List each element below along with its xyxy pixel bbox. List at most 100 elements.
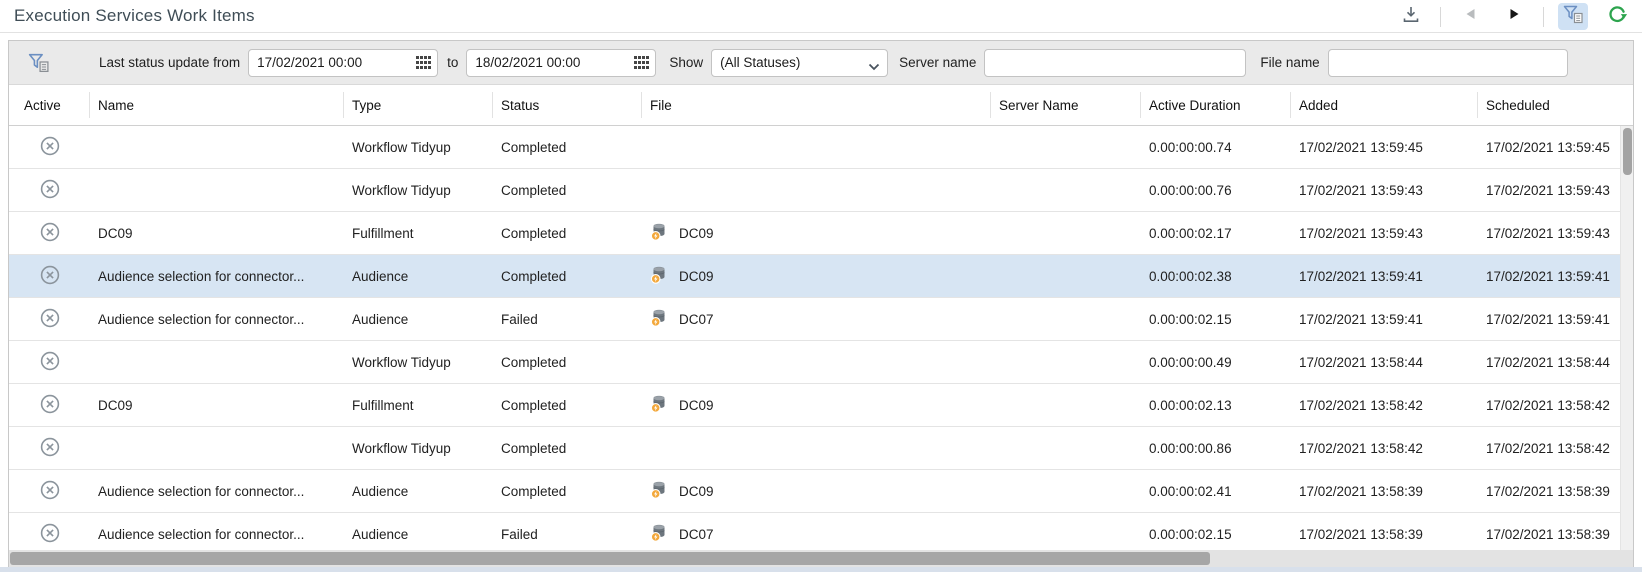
table-row[interactable]: Workflow Tidyup Completed 0.00:00:00.76 … [9,169,1633,212]
added-cell: 17/02/2021 13:58:44 [1291,355,1478,370]
column-header-added[interactable]: Added [1291,92,1478,118]
name-cell: DC09 [90,398,344,413]
active-duration-cell: 0.00:00:02.17 [1141,226,1291,241]
calendar-grid-icon[interactable] [416,56,431,69]
type-cell: Workflow Tidyup [344,441,493,456]
page-title: Execution Services Work Items [14,6,255,26]
file-cell: DC09 [642,394,991,416]
column-header-status[interactable]: Status [493,92,642,118]
column-header-scheduled[interactable]: Scheduled [1478,92,1634,118]
status-cell: Completed [493,398,642,413]
filter-report-icon [27,52,51,73]
scheduled-cell: 17/02/2021 13:59:45 [1478,140,1633,155]
scheduled-cell: 17/02/2021 13:59:43 [1478,183,1633,198]
type-cell: Workflow Tidyup [344,140,493,155]
added-cell: 17/02/2021 13:58:42 [1291,441,1478,456]
cancel-work-item-icon[interactable] [40,437,60,460]
vertical-scrollbar[interactable] [1620,126,1633,550]
added-cell: 17/02/2021 13:59:41 [1291,269,1478,284]
datasource-file-icon [650,308,668,330]
file-cell: DC07 [642,523,991,545]
status-cell: Completed [493,140,642,155]
toolbar-separator [1543,7,1544,27]
file-name-text: DC09 [679,398,714,413]
type-cell: Audience [344,269,493,284]
column-header-active-duration[interactable]: Active Duration [1141,92,1291,118]
active-cell [9,136,90,159]
column-header-file[interactable]: File [642,92,991,118]
type-cell: Fulfillment [344,226,493,241]
active-duration-cell: 0.00:00:02.15 [1141,312,1291,327]
table-row[interactable]: DC09 Fulfillment Completed DC09 0.00:00:… [9,212,1633,255]
datasource-file-icon [650,394,668,416]
table-row[interactable]: DC09 Fulfillment Completed DC09 0.00:00:… [9,384,1633,427]
previous-page-button[interactable] [1455,3,1485,30]
cancel-work-item-icon[interactable] [40,265,60,288]
active-duration-cell: 0.00:00:02.38 [1141,269,1291,284]
name-cell: Audience selection for connector... [90,527,344,542]
active-cell [9,394,90,417]
server-name-input[interactable] [984,49,1246,77]
date-from-input[interactable] [248,49,438,77]
download-button[interactable] [1396,3,1426,30]
added-cell: 17/02/2021 13:59:45 [1291,140,1478,155]
active-duration-cell: 0.00:00:02.41 [1141,484,1291,499]
active-duration-cell: 0.00:00:00.74 [1141,140,1291,155]
file-name-text: DC09 [679,269,714,284]
calendar-grid-icon[interactable] [634,56,649,69]
column-header-name[interactable]: Name [90,92,344,118]
table-row[interactable]: Workflow Tidyup Completed 0.00:00:00.86 … [9,427,1633,470]
active-cell [9,437,90,460]
cancel-work-item-icon[interactable] [40,351,60,374]
active-cell [9,308,90,331]
status-cell: Completed [493,183,642,198]
column-header-type[interactable]: Type [344,92,493,118]
file-cell: DC07 [642,308,991,330]
file-cell: DC09 [642,265,991,287]
horizontal-scrollbar[interactable] [9,550,1633,567]
cancel-work-item-icon[interactable] [40,308,60,331]
previous-icon [1463,7,1478,26]
show-label: Show [669,55,703,70]
datasource-file-icon [650,265,668,287]
work-items-panel: Last status update from to [8,40,1634,568]
table-row[interactable]: Workflow Tidyup Completed 0.00:00:00.74 … [9,126,1633,169]
name-cell: Audience selection for connector... [90,312,344,327]
next-page-button[interactable] [1499,3,1529,30]
horizontal-scrollbar-thumb[interactable] [10,552,1210,565]
active-duration-cell: 0.00:00:00.49 [1141,355,1291,370]
active-cell [9,222,90,245]
column-header-active[interactable]: Active [9,92,90,118]
date-to-wrap [466,49,656,77]
status-filter-select[interactable]: (All Statuses) [711,49,888,77]
name-cell: Audience selection for connector... [90,484,344,499]
refresh-button[interactable] [1602,3,1632,30]
cancel-work-item-icon[interactable] [40,394,60,417]
date-to-input[interactable] [466,49,656,77]
vertical-scrollbar-thumb[interactable] [1623,128,1632,175]
table-body: Workflow Tidyup Completed 0.00:00:00.74 … [9,126,1633,550]
filter-panel-toggle-button[interactable] [1558,3,1588,30]
scheduled-cell: 17/02/2021 13:59:41 [1478,269,1633,284]
active-cell [9,523,90,546]
file-name-input[interactable] [1328,49,1568,77]
chevron-down-icon [868,59,880,74]
column-header-server-name[interactable]: Server Name [991,92,1141,118]
table-row[interactable]: Audience selection for connector... Audi… [9,255,1633,298]
table-row[interactable]: Audience selection for connector... Audi… [9,513,1633,550]
cancel-work-item-icon[interactable] [40,222,60,245]
scheduled-cell: 17/02/2021 13:58:39 [1478,484,1633,499]
type-cell: Workflow Tidyup [344,355,493,370]
name-cell: Audience selection for connector... [90,269,344,284]
status-cell: Completed [493,269,642,284]
table-row[interactable]: Audience selection for connector... Audi… [9,470,1633,513]
active-cell [9,480,90,503]
cancel-work-item-icon[interactable] [40,523,60,546]
toolbar-separator [1440,7,1441,27]
cancel-work-item-icon[interactable] [40,179,60,202]
cancel-work-item-icon[interactable] [40,136,60,159]
table-row[interactable]: Audience selection for connector... Audi… [9,298,1633,341]
table-row[interactable]: Workflow Tidyup Completed 0.00:00:00.49 … [9,341,1633,384]
type-cell: Workflow Tidyup [344,183,493,198]
cancel-work-item-icon[interactable] [40,480,60,503]
